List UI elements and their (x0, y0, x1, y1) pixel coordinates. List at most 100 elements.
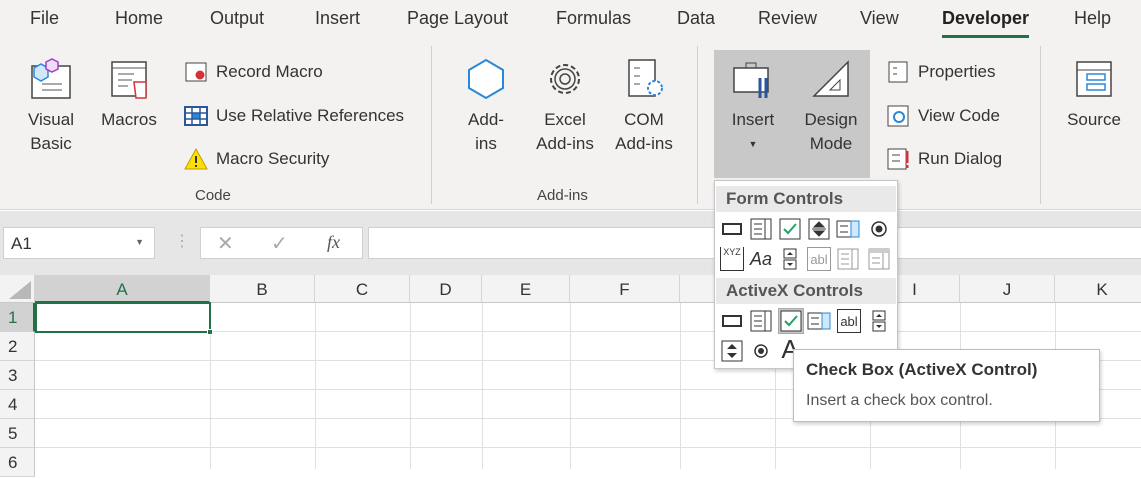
select-all-button[interactable] (0, 275, 35, 303)
fill-handle[interactable] (207, 329, 213, 335)
activex-option-button-icon[interactable] (749, 339, 773, 363)
form-spin-button-icon[interactable] (807, 217, 831, 241)
row-header-1[interactable]: 1 (0, 303, 35, 332)
visual-basic-label: Visual (28, 110, 74, 129)
tooltip-body: Insert a check box control. (806, 392, 993, 409)
row-header-5[interactable]: 5 (0, 419, 35, 448)
form-combo-dropdown-edit-icon[interactable] (867, 247, 891, 271)
tab-formulas[interactable]: Formulas (556, 8, 631, 29)
row-header-2[interactable]: 2 (0, 332, 35, 361)
visual-basic-button[interactable]: Visual Basic (22, 56, 80, 156)
form-label-icon[interactable]: Aa (749, 247, 773, 271)
macro-security-button[interactable]: Macro Security (184, 147, 329, 171)
tab-insert[interactable]: Insert (315, 8, 360, 29)
column-header-j[interactable]: J (960, 275, 1055, 303)
gridline (680, 303, 681, 469)
gridline (315, 303, 316, 469)
form-list-box-icon[interactable] (836, 217, 860, 241)
tab-developer[interactable]: Developer (942, 8, 1030, 38)
design-mode-label: Design (804, 110, 858, 129)
add-ins-button[interactable]: Add- ins (460, 56, 512, 156)
activex-controls-header: ActiveX Controls (716, 278, 896, 304)
splitter-handle[interactable]: ⋮ (174, 231, 190, 251)
tab-review[interactable]: Review (758, 8, 817, 29)
column-header-c[interactable]: C (315, 275, 410, 303)
enter-icon[interactable]: ✓ (271, 231, 288, 256)
tab-view[interactable]: View (860, 8, 899, 29)
name-box-value: A1 (11, 234, 32, 253)
cancel-icon[interactable]: ✕ (217, 231, 234, 256)
form-check-box-icon[interactable] (778, 217, 802, 241)
activex-list-box-icon[interactable] (807, 309, 831, 333)
activex-spin-button-icon[interactable] (720, 339, 744, 363)
activex-text-box-icon[interactable]: abl (837, 309, 861, 333)
com-add-ins-button[interactable]: COM Add-ins (608, 56, 680, 156)
tab-home[interactable]: Home (115, 8, 163, 29)
view-code-label: View Code (918, 106, 1000, 125)
activex-scroll-bar-icon[interactable] (867, 309, 891, 333)
activex-command-button-icon[interactable] (720, 309, 744, 333)
group-label-add-ins: Add-ins (537, 187, 588, 204)
tab-output[interactable]: Output (210, 8, 264, 29)
insert-controls-menu: Form Controls XYZ Aa abl ActiveX Control… (714, 180, 898, 369)
record-macro-label: Record Macro (216, 62, 323, 81)
row-header-4[interactable]: 4 (0, 390, 35, 419)
excel-add-ins-button[interactable]: Excel Add-ins (530, 56, 600, 156)
view-code-icon (887, 105, 909, 127)
tab-data[interactable]: Data (677, 8, 715, 29)
column-header-k[interactable]: K (1055, 275, 1141, 303)
warning-icon (184, 147, 208, 170)
activex-combo-box-icon[interactable] (749, 309, 773, 333)
form-controls-header: Form Controls (716, 186, 896, 212)
macro-security-label: Macro Security (216, 149, 330, 168)
design-mode-button[interactable]: Design Mode (796, 56, 866, 156)
properties-button[interactable]: Properties (886, 60, 995, 84)
tooltip: Check Box (ActiveX Control) Insert a che… (793, 349, 1100, 422)
column-header-d[interactable]: D (410, 275, 482, 303)
properties-icon (888, 61, 908, 83)
form-group-box-icon[interactable]: XYZ (720, 247, 744, 271)
group-separator (1040, 46, 1041, 204)
form-combo-box-icon[interactable] (749, 217, 773, 241)
selected-cell-a1[interactable] (35, 302, 213, 335)
com-add-ins-label: COM (624, 110, 664, 129)
relative-references-icon (184, 106, 208, 126)
row-header-6[interactable]: 6 (0, 448, 35, 477)
column-header-e[interactable]: E (482, 275, 570, 303)
form-option-button-icon[interactable] (867, 217, 891, 241)
excel-add-ins-label: Excel (544, 110, 586, 129)
ribbon: Visual Basic Macros Record Macro Use Rel… (0, 40, 1141, 210)
ribbon-tabs: File Home Output Insert Page Layout Form… (0, 0, 1141, 40)
macros-button[interactable]: Macros (98, 56, 160, 132)
column-header-a[interactable]: A (35, 275, 210, 303)
column-header-f[interactable]: F (570, 275, 680, 303)
form-button-icon[interactable] (720, 217, 744, 241)
view-code-button[interactable]: View Code (886, 104, 1000, 128)
chevron-down-icon[interactable]: ▼ (135, 237, 144, 247)
use-relative-references-button[interactable]: Use Relative References (184, 104, 404, 128)
column-header-b[interactable]: B (210, 275, 315, 303)
tooltip-title: Check Box (ActiveX Control) (806, 360, 1038, 379)
activex-check-box-icon[interactable] (778, 308, 804, 334)
toolbox-icon (733, 62, 769, 98)
form-scroll-bar-icon[interactable] (778, 247, 802, 271)
excel-add-ins-label-2: Add-ins (536, 134, 594, 153)
insert-controls-button[interactable]: Insert ▼ (716, 56, 790, 156)
properties-label: Properties (918, 62, 996, 81)
source-button[interactable]: Source (1062, 56, 1126, 132)
visual-basic-label-2: Basic (30, 134, 72, 153)
design-mode-icon (812, 60, 849, 97)
insert-function-icon[interactable]: fx (327, 232, 340, 253)
gridline (570, 303, 571, 469)
row-header-3[interactable]: 3 (0, 361, 35, 390)
form-text-field-icon[interactable]: abl (807, 247, 831, 271)
run-dialog-icon (887, 148, 909, 170)
tab-help[interactable]: Help (1074, 8, 1111, 29)
run-dialog-button[interactable]: Run Dialog (886, 147, 1002, 171)
tab-page-layout[interactable]: Page Layout (407, 8, 508, 29)
name-box[interactable]: A1 ▼ (3, 227, 155, 259)
form-combo-list-edit-icon[interactable] (836, 247, 860, 271)
group-label-code: Code (195, 187, 231, 204)
record-macro-button[interactable]: Record Macro (184, 60, 323, 84)
tab-file[interactable]: File (30, 8, 59, 29)
